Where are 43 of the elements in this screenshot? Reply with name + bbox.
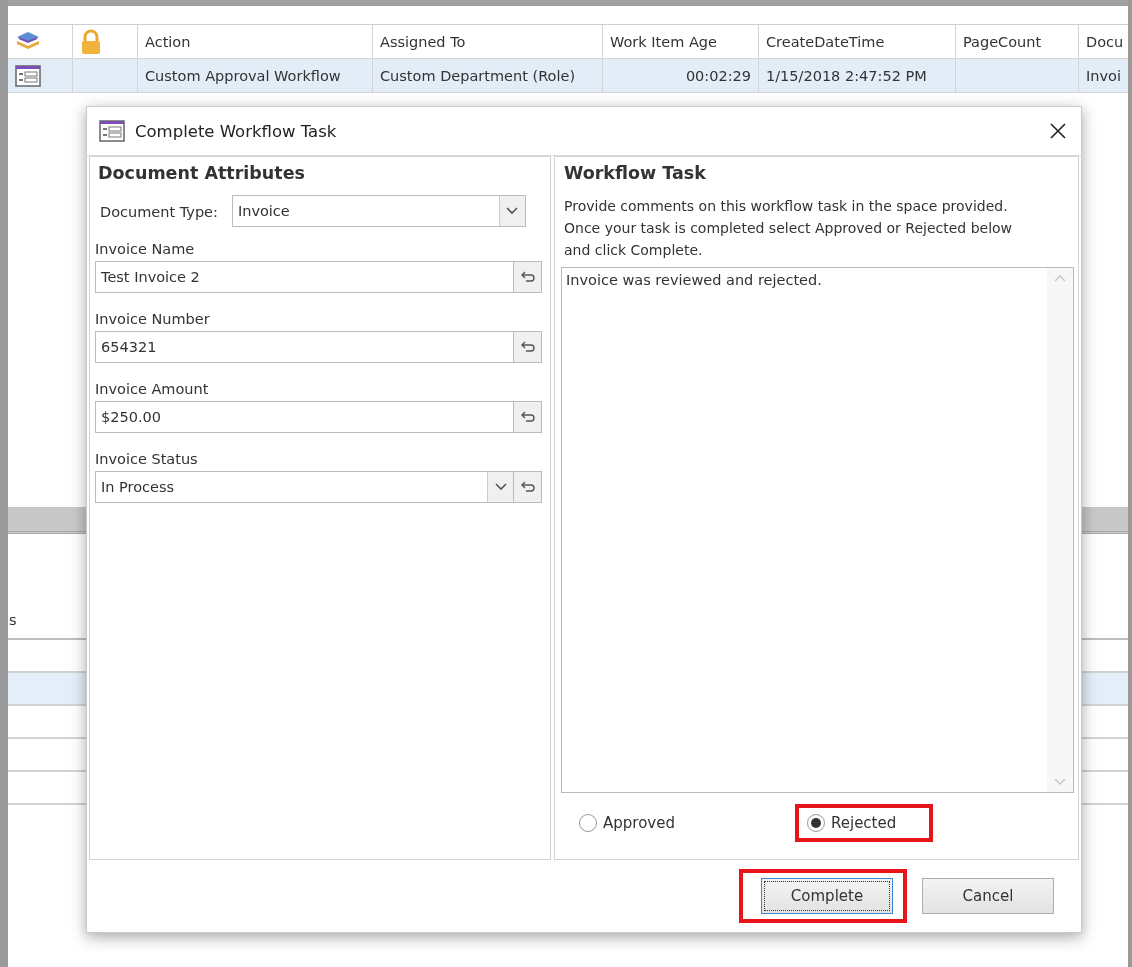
field-label: Invoice Number (95, 310, 211, 329)
undo-arrow-icon[interactable] (520, 271, 535, 283)
comments-field[interactable]: Invoice was reviewed and rejected. (561, 267, 1074, 793)
table-row[interactable]: Custom Approval Workflow Custom Department (Role) 00:02:29 1/15/2018 2:47:52 PM Invoi (8, 59, 1128, 93)
undo-arrow-icon[interactable] (520, 411, 535, 423)
table-cell: Custom Approval Workflow (145, 67, 341, 84)
column-header[interactable]: Docu (1086, 33, 1124, 50)
document-type-dropdown[interactable]: Invoice (231, 195, 526, 227)
form-icon (15, 64, 41, 87)
field-label: Invoice Amount (95, 380, 210, 399)
instructions-text: Provide comments on this workflow task in the space provided. Once your task is completed select Approved or Rejected below and click Complete. (564, 197, 1014, 260)
field-label: Document Type: (100, 203, 218, 222)
column-header[interactable]: Work Item Age (610, 33, 717, 50)
table-cell: Invoi (1086, 67, 1121, 84)
radio-button[interactable]: Approved (579, 814, 675, 832)
table-cell: 1/15/2018 2:47:52 PM (766, 67, 927, 84)
cancel-button[interactable]: Cancel (922, 878, 1054, 914)
dropdown-field[interactable]: In Process (95, 471, 514, 503)
column-header: s (9, 612, 17, 630)
field-label: Invoice Status (95, 450, 199, 469)
field-label: Invoice Name (95, 240, 196, 259)
section-heading: Document Attributes (98, 163, 306, 185)
lock-icon (80, 28, 102, 55)
undo-arrow-icon[interactable] (520, 341, 535, 353)
undo-button[interactable] (514, 261, 542, 293)
undo-button[interactable] (514, 401, 542, 433)
table-cell: 00:02:29 (685, 67, 751, 84)
column-header[interactable]: Assigned To (380, 33, 466, 50)
column-header[interactable]: Action (145, 33, 191, 50)
radio-button[interactable]: Rejected (807, 814, 897, 832)
table-cell: Custom Department (Role) (380, 67, 576, 84)
column-header[interactable]: PageCount (963, 33, 1042, 50)
section-heading: Workflow Task (564, 163, 707, 185)
undo-button[interactable] (514, 331, 542, 363)
complete-button[interactable]: Complete (761, 878, 893, 914)
form-icon (99, 120, 125, 142)
input-field[interactable]: 654321 (95, 331, 514, 363)
column-header[interactable]: CreateDateTime (766, 33, 885, 50)
input-field[interactable]: $250.00 (95, 401, 514, 433)
undo-arrow-icon[interactable] (520, 481, 535, 493)
input-field[interactable]: Test Invoice 2 (95, 261, 514, 293)
window-title: Complete Workflow Task (135, 121, 338, 141)
undo-button[interactable] (514, 471, 542, 503)
